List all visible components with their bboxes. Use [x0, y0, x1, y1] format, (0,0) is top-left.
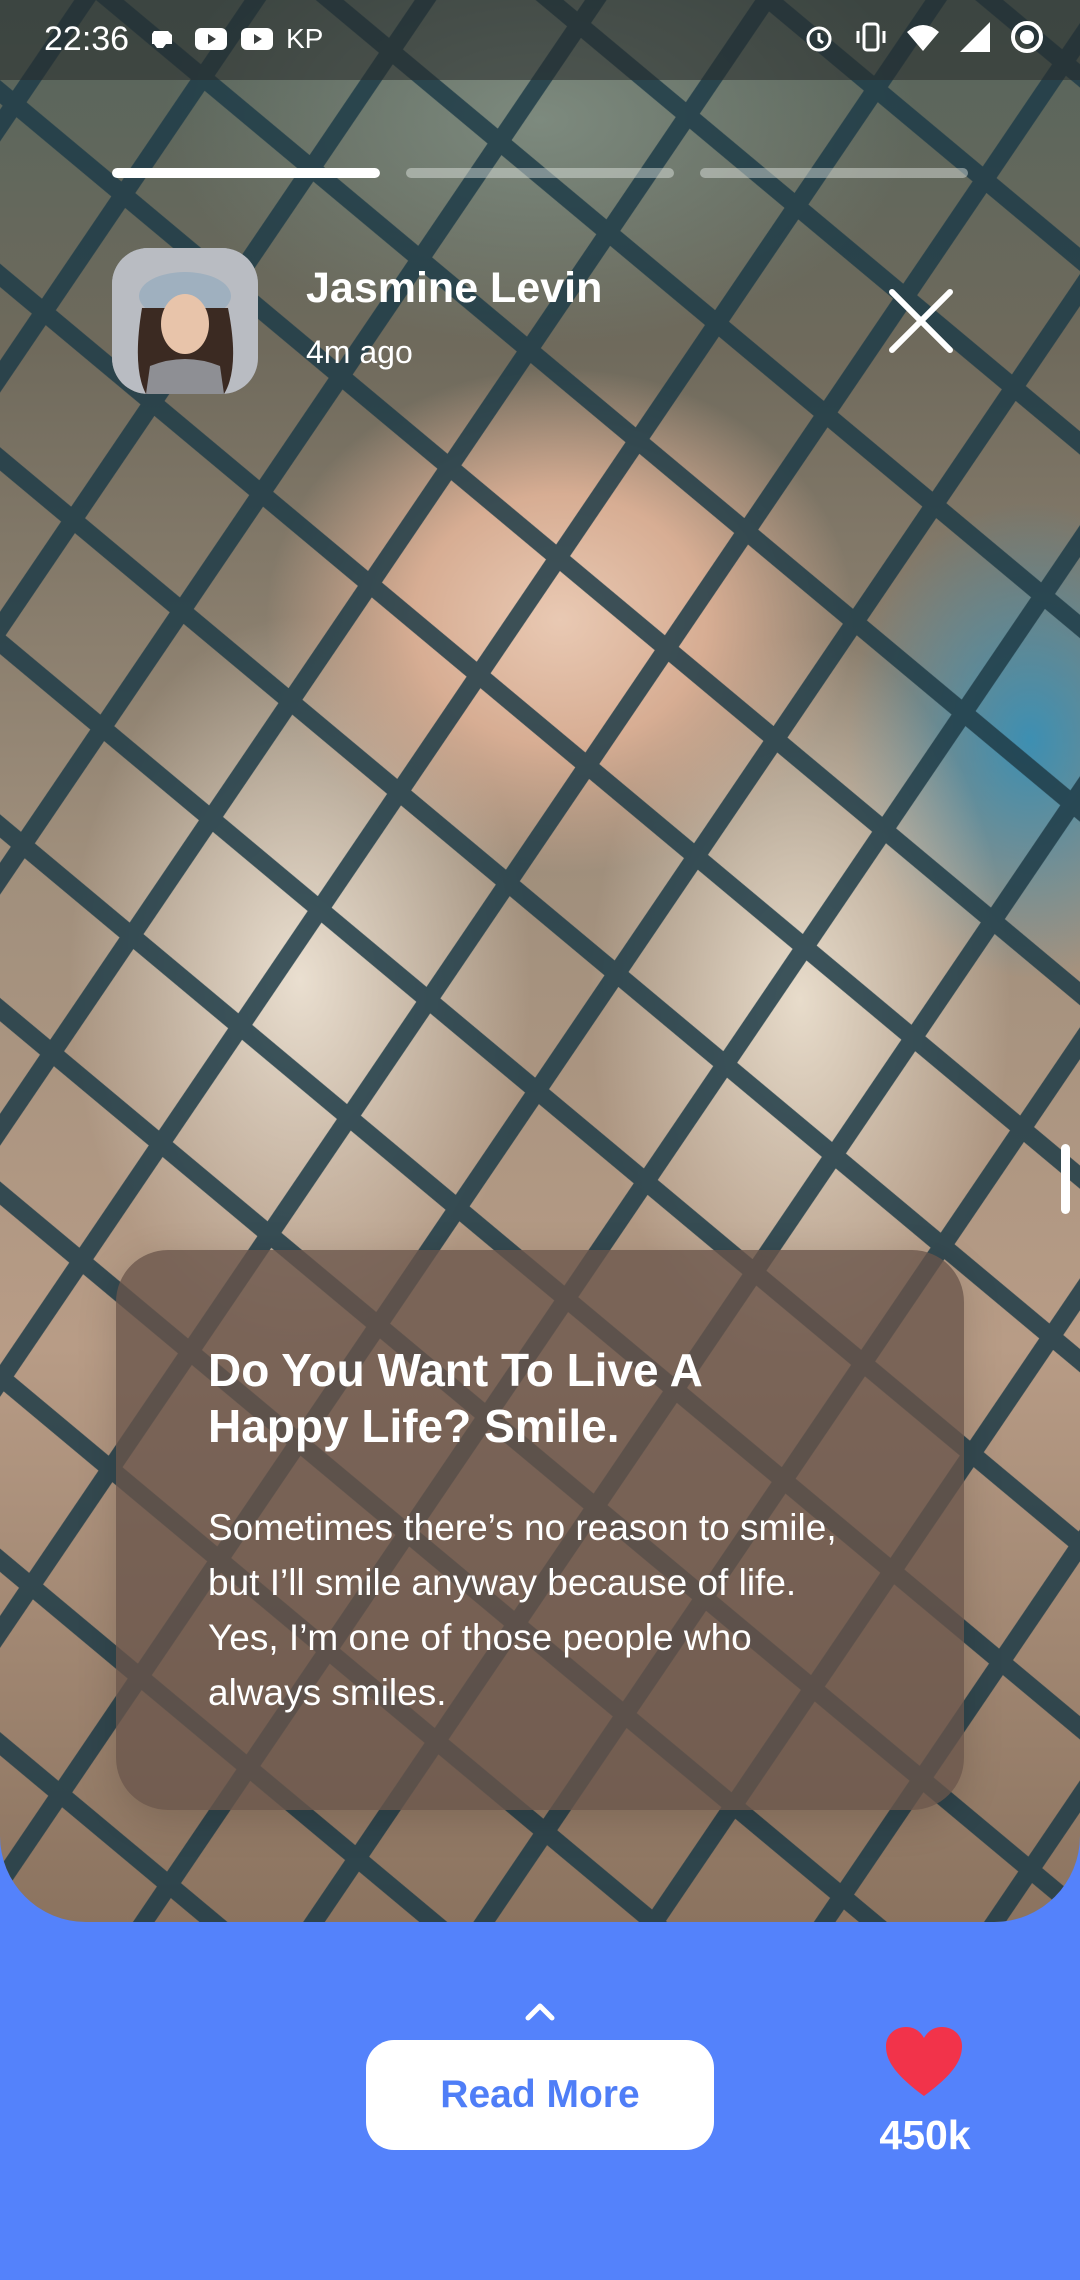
status-bar: 22:36 KP [0, 0, 1080, 80]
vibrate-icon [856, 22, 886, 52]
likes-count: 450k [879, 2112, 971, 2158]
scroll-indicator[interactable] [1061, 1144, 1070, 1214]
post-time: 4m ago [306, 334, 413, 370]
progress-segment [112, 168, 380, 178]
avatar-portrait [112, 248, 258, 394]
alarm-icon [806, 26, 832, 52]
wifi-icon [907, 25, 939, 51]
youtube-icon [195, 28, 227, 50]
youtube-icon [241, 28, 273, 50]
close-icon[interactable] [884, 284, 958, 358]
progress-segment [406, 168, 674, 178]
story-text-card: Do You Want To Live A Happy Life? Smile.… [116, 1250, 964, 1810]
story-progress-bar [112, 168, 968, 180]
card-body: Sometimes there’s no reason to smile, bu… [208, 1507, 837, 1713]
read-more-button[interactable]: Read More [366, 2040, 714, 2150]
record-icon [1011, 21, 1043, 53]
progress-segment [700, 168, 968, 178]
status-time: 22:36 [44, 20, 130, 58]
user-name[interactable]: Jasmine Levin [306, 264, 602, 313]
chevron-up-icon[interactable] [516, 1996, 564, 2026]
carrier-label: KP [286, 23, 324, 54]
card-title: Do You Want To Live A Happy Life? Smile. [208, 1344, 702, 1452]
cell-signal-icon [960, 22, 990, 52]
heart-icon[interactable] [884, 2026, 964, 2098]
avatar[interactable] [112, 248, 258, 394]
game-controller-icon [152, 31, 172, 48]
